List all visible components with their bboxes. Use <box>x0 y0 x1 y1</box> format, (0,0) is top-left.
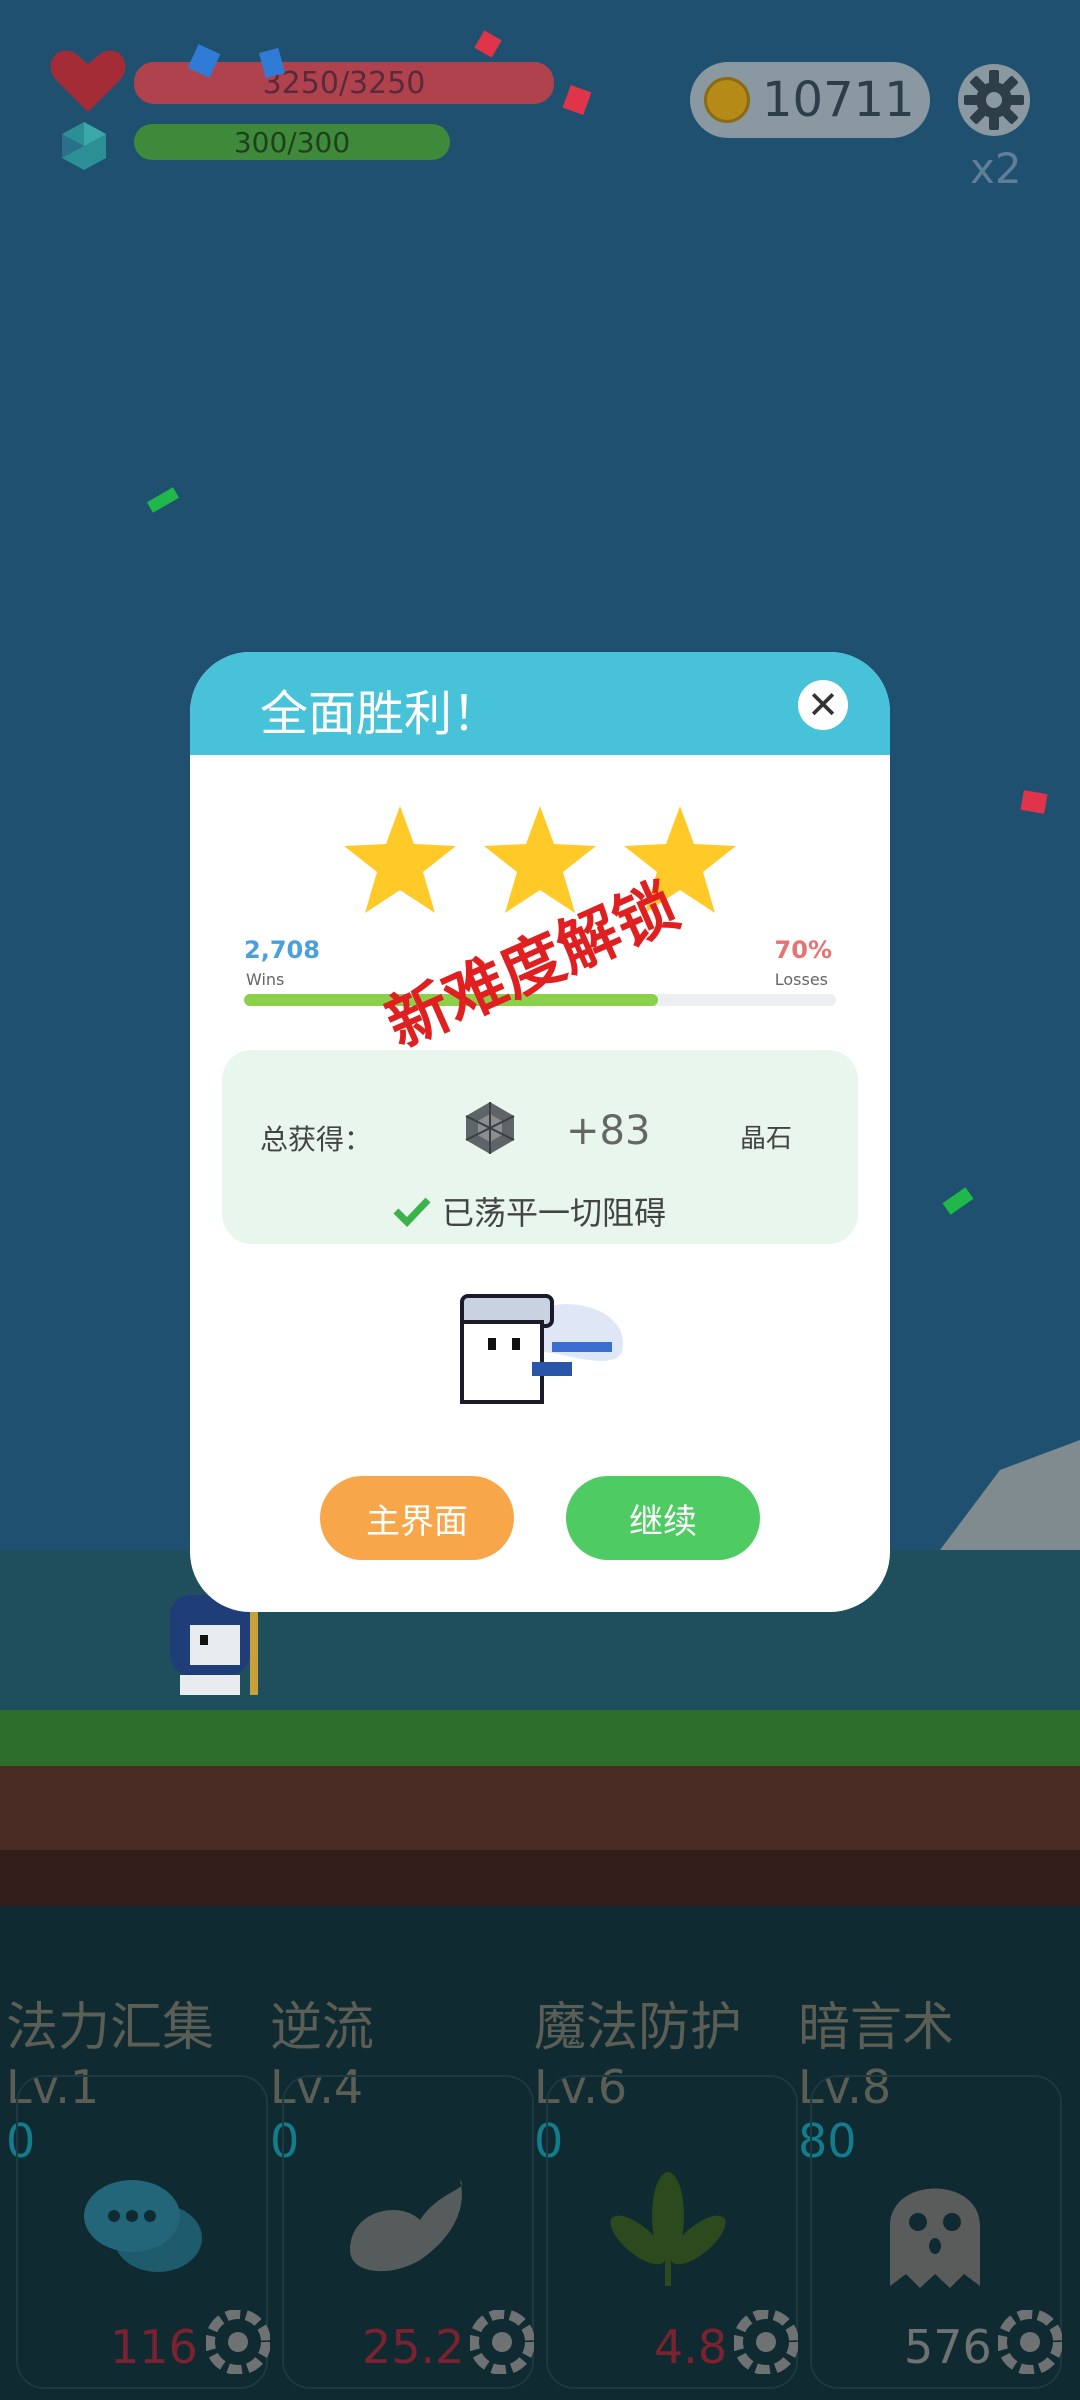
check-icon <box>393 1197 431 1227</box>
upgrade-gear-icon[interactable] <box>470 2310 534 2374</box>
heart-icon <box>50 50 126 112</box>
hero-sprite <box>460 1294 624 1404</box>
losses-label: Losses <box>774 970 828 989</box>
mana-text: 300/300 <box>233 125 351 159</box>
reward-unit: 晶石 <box>740 1124 793 1154</box>
skill-cost: 25.2 <box>362 2320 465 2374</box>
reward-amount: +83 <box>566 1108 651 1154</box>
mana-bar: 300/300 <box>134 124 450 160</box>
chat-bubbles-icon <box>84 2180 202 2272</box>
victory-dialog: 全面胜利！ ✕ 2,708 Wins 70% Losses 总获得： +83 晶… <box>190 652 890 1612</box>
cleared-text: 已荡平一切阻碍 <box>442 1194 667 1232</box>
swirl-icon <box>350 2180 462 2272</box>
losses-value: 70% <box>774 936 832 964</box>
star-icon <box>344 806 456 913</box>
leaf-icon <box>610 2172 726 2286</box>
dialog-title: 全面胜利！ <box>260 686 501 742</box>
coin-value: 10711 <box>762 72 915 128</box>
reward-box: 总获得： +83 晶石 已荡平一切阻碍 <box>222 1050 858 1244</box>
skill-cost: 576 <box>904 2320 992 2374</box>
crystal-icon <box>465 1102 515 1154</box>
dialog-header: 全面胜利！ ✕ <box>190 652 890 755</box>
continue-button[interactable]: 继续 <box>566 1476 760 1560</box>
gear-icon[interactable] <box>956 62 1032 138</box>
skill-name: 暗言术 <box>798 1998 955 2058</box>
mana-gem-icon <box>62 122 106 170</box>
skill-name: 魔法防护 <box>534 1998 743 2058</box>
skill-cost: 116 <box>110 2320 198 2374</box>
coin-icon <box>704 77 750 123</box>
wins-value: 2,708 <box>244 936 320 964</box>
speed-multiplier[interactable]: x2 <box>970 144 1022 193</box>
skill-name: 逆流 <box>270 1998 375 2058</box>
upgrade-gear-icon[interactable] <box>206 2310 270 2374</box>
cleared-status: 已荡平一切阻碍 <box>392 1188 666 1234</box>
ghost-icon <box>890 2188 980 2288</box>
dirt-deep-layer <box>0 1850 1080 1906</box>
close-button[interactable]: ✕ <box>798 680 848 730</box>
upgrade-gear-icon[interactable] <box>734 2310 798 2374</box>
confetti <box>1020 790 1048 814</box>
skill-name: 法力汇集 <box>6 1998 215 2058</box>
coin-counter: 10711 <box>690 62 930 138</box>
close-icon: ✕ <box>807 683 839 727</box>
hp-text: 3250/3250 <box>262 65 426 101</box>
skill-cost: 4.8 <box>654 2320 728 2374</box>
wins-label: Wins <box>246 970 285 989</box>
grass-strip <box>0 1710 1080 1766</box>
reward-label: 总获得： <box>260 1123 373 1156</box>
main-menu-button[interactable]: 主界面 <box>320 1476 514 1560</box>
upgrade-gear-icon[interactable] <box>998 2310 1062 2374</box>
